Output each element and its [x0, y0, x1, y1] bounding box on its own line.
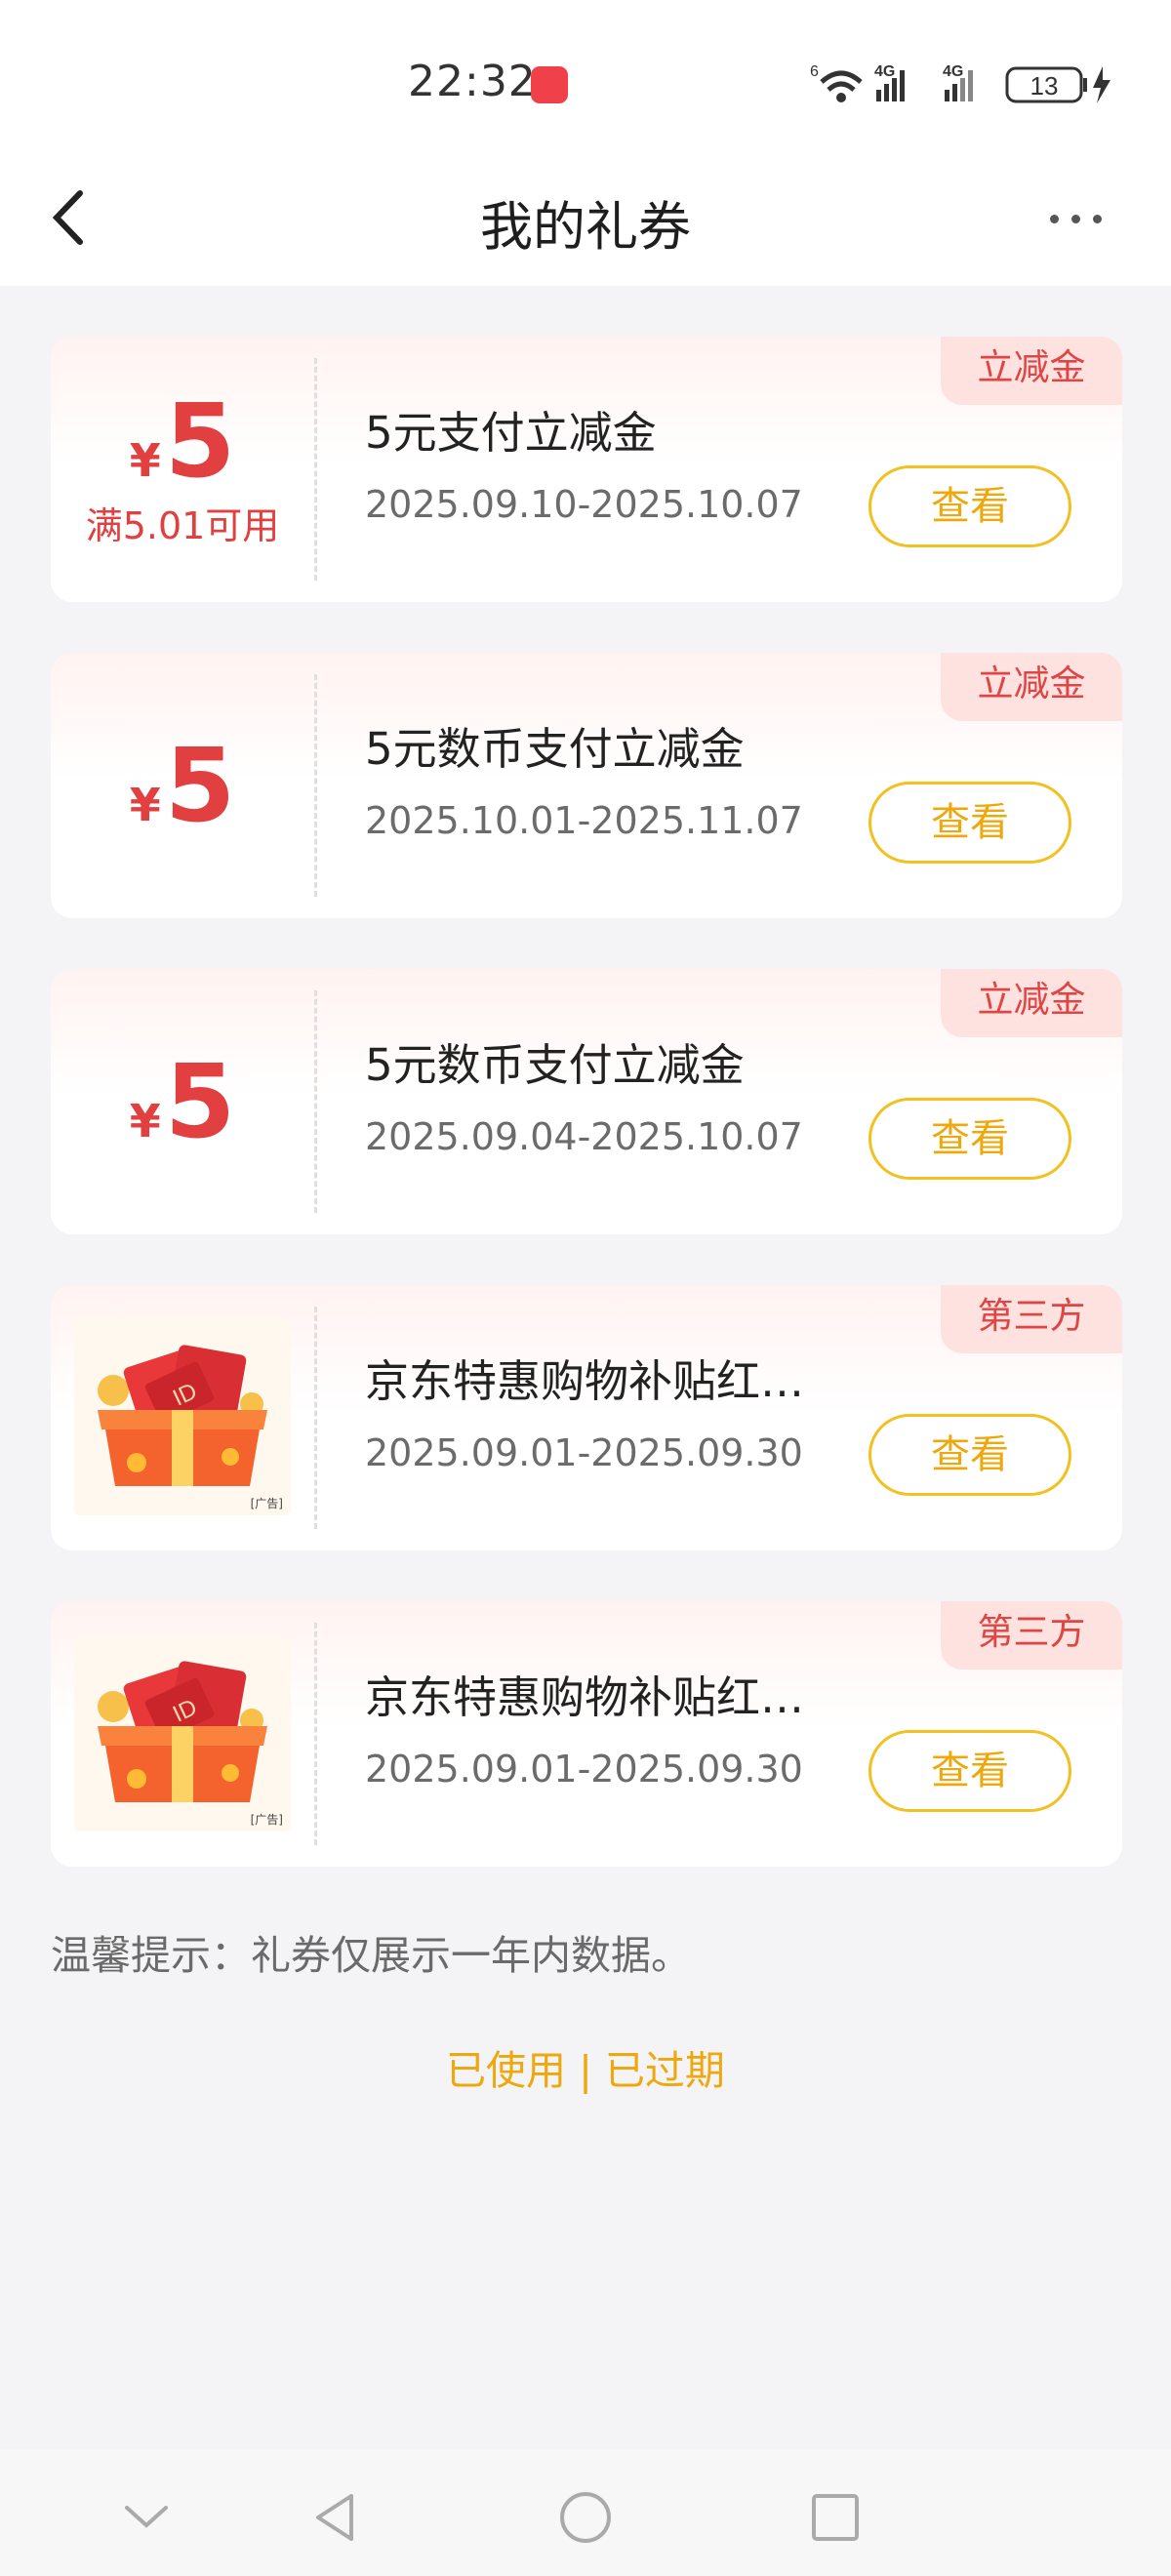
coupon-tag: 第三方 — [941, 1285, 1122, 1353]
currency-symbol: ¥ — [129, 1095, 161, 1147]
view-button[interactable]: 查看 — [868, 465, 1071, 547]
coupon-tag: 立减金 — [941, 653, 1122, 721]
currency-symbol: ¥ — [129, 433, 161, 487]
nav-collapse-icon — [125, 2506, 168, 2528]
nav-home-icon — [560, 2492, 611, 2543]
nav-collapse-button[interactable] — [117, 2488, 176, 2547]
coupon-date-range: 2025.10.01-2025.11.07 — [365, 799, 803, 842]
coupon-card[interactable]: ID [广告] 京东特惠购物补贴红… 2025.09.01-2025.09.30… — [51, 1601, 1122, 1867]
nav-recents-icon — [812, 2494, 859, 2541]
history-links[interactable]: 已使用 | 已过期 — [0, 2037, 1171, 2096]
coupon-list: ¥ 5 满5.01可用 5元支付立减金 2025.09.10-2025.10.0… — [51, 337, 1122, 1917]
signal-2-label: 4G — [943, 63, 963, 80]
battery-level: 13 — [1030, 71, 1059, 101]
coupon-title: 京东特惠购物补贴红… — [365, 1355, 805, 1407]
dashed-divider — [314, 1307, 317, 1529]
view-button[interactable]: 查看 — [868, 1730, 1071, 1812]
coupon-date-range: 2025.09.01-2025.09.30 — [365, 1748, 803, 1791]
status-time: 22:32 — [408, 57, 537, 106]
nav-back-icon — [316, 2494, 353, 2541]
coupon-card[interactable]: ¥ 5 5元数币支付立减金 2025.10.01-2025.11.07 查看 立… — [51, 653, 1122, 918]
status-bar: 22:32 6 4G 4G 13 — [0, 0, 1171, 156]
view-button[interactable]: 查看 — [868, 1098, 1071, 1180]
status-indicators: 6 4G 4G 13 — [810, 63, 1110, 103]
coupon-amount: ¥ 5 — [130, 390, 235, 492]
coupon-title: 5元数币支付立减金 — [365, 1039, 745, 1091]
signal-1-label: 4G — [874, 63, 895, 80]
coupon-card[interactable]: ¥ 5 5元数币支付立减金 2025.09.04-2025.10.07 查看 立… — [51, 969, 1122, 1234]
coupon-date-range: 2025.09.01-2025.09.30 — [365, 1431, 803, 1474]
coupon-tag: 立减金 — [941, 337, 1122, 405]
coupon-title: 5元支付立减金 — [365, 407, 657, 459]
page-title: 我的礼券 — [480, 196, 691, 258]
coupon-value: ¥ 5 满5.01可用 — [51, 337, 314, 602]
nav-recents-button[interactable] — [806, 2488, 865, 2547]
coupon-date-range: 2025.09.04-2025.10.07 — [365, 1115, 803, 1158]
coupon-card[interactable]: ID [广告] 京东特惠购物补贴红… 2025.09.01-2025.09.30… — [51, 1285, 1122, 1550]
coupon-date-range: 2025.09.10-2025.10.07 — [365, 483, 803, 526]
amount-value: 5 — [164, 1042, 236, 1161]
dashed-divider — [314, 358, 317, 581]
gift-box-icon: ID — [74, 1636, 291, 1831]
huawei-app-icon — [531, 66, 568, 103]
ad-label: [广告] — [250, 1497, 283, 1510]
coupon-amount: ¥ 5 — [130, 735, 235, 836]
coupon-tag: 立减金 — [941, 969, 1122, 1037]
coupon-image-area: ID [广告] — [51, 1601, 314, 1867]
coupon-value: ¥ 5 — [51, 969, 314, 1234]
amount-value: 5 — [164, 726, 236, 845]
coupon-amount: ¥ 5 — [130, 1051, 235, 1152]
coupon-title: 5元数币支付立减金 — [365, 723, 745, 775]
dashed-divider — [314, 990, 317, 1213]
coupon-title: 京东特惠购物补贴红… — [365, 1671, 805, 1723]
coupon-image-area: ID [广告] — [51, 1285, 314, 1550]
ad-label: [广告] — [250, 1813, 283, 1827]
wifi-label: 6 — [810, 63, 819, 80]
system-nav-bar — [0, 2449, 1171, 2576]
gift-box-image: ID [广告] — [74, 1636, 291, 1831]
coupon-tag: 第三方 — [941, 1601, 1122, 1670]
coupon-value: ¥ 5 — [51, 653, 314, 918]
amount-value: 5 — [164, 381, 236, 501]
view-button[interactable]: 查看 — [868, 1414, 1071, 1496]
coupon-card[interactable]: ¥ 5 满5.01可用 5元支付立减金 2025.09.10-2025.10.0… — [51, 337, 1122, 602]
gift-box-icon: ID — [74, 1320, 291, 1515]
more-button[interactable] — [1044, 193, 1112, 242]
nav-back-button[interactable] — [306, 2488, 365, 2547]
page-header: 我的礼券 — [0, 156, 1171, 286]
tip-text: 温馨提示：礼券仅展示一年内数据。 — [51, 1932, 691, 1979]
dashed-divider — [314, 674, 317, 897]
currency-symbol: ¥ — [129, 779, 161, 831]
nav-home-button[interactable] — [556, 2488, 615, 2547]
coupon-condition: 满5.01可用 — [85, 503, 280, 547]
gift-box-image: ID [广告] — [74, 1320, 291, 1515]
view-button[interactable]: 查看 — [868, 782, 1071, 864]
dashed-divider — [314, 1623, 317, 1845]
